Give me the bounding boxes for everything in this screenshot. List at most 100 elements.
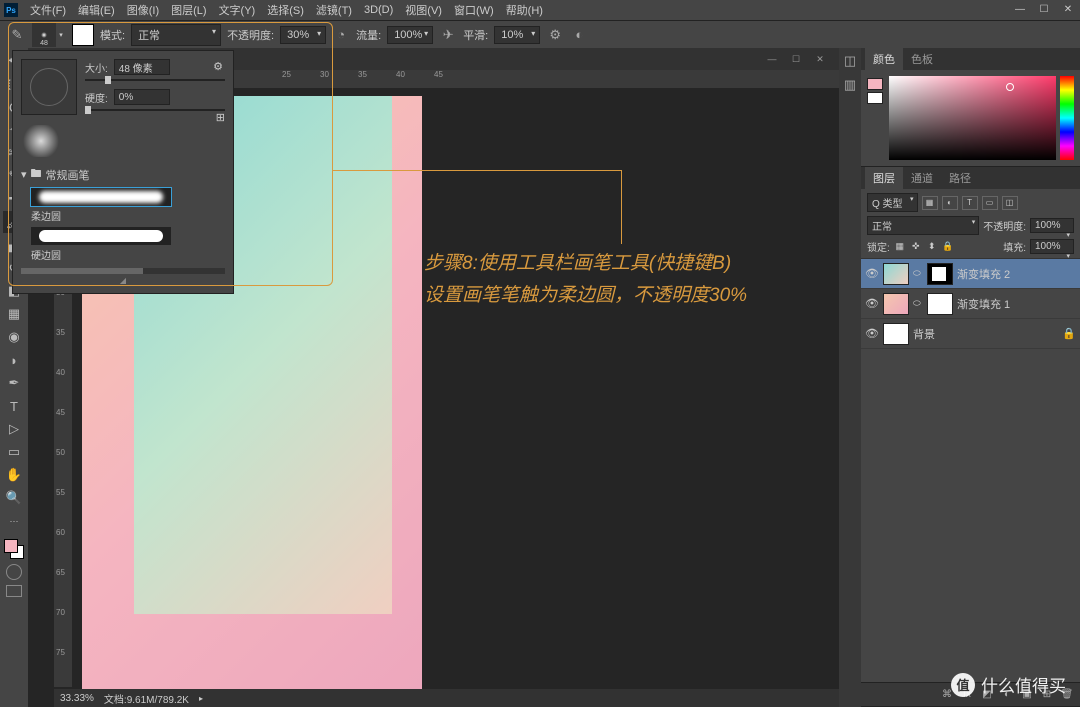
document-info[interactable]: 文档:9.61M/789.2K: [104, 691, 189, 706]
menu-select[interactable]: 选择(S): [261, 0, 310, 20]
layer-thumbnail[interactable]: [883, 293, 909, 315]
path-select-tool[interactable]: ▷: [3, 418, 25, 440]
tab-layers[interactable]: 图层: [865, 167, 903, 189]
hardness-input[interactable]: [114, 89, 170, 105]
smoothing-gear-icon[interactable]: ⚙: [546, 26, 564, 44]
brush-panel-toggle[interactable]: [72, 24, 94, 46]
layer-mask-thumbnail[interactable]: [927, 263, 953, 285]
flow-input[interactable]: 100%: [387, 26, 433, 44]
collapsed-panel-icon[interactable]: ▥: [841, 76, 859, 94]
screen-mode-toggle[interactable]: [6, 585, 22, 597]
lock-pixels-icon[interactable]: ▦: [894, 241, 906, 253]
bg-color-swatch[interactable]: [867, 92, 883, 104]
blend-mode-select[interactable]: 正常: [867, 216, 979, 235]
pen-tool[interactable]: ✒: [3, 372, 25, 394]
doc-minimize[interactable]: —: [763, 51, 781, 67]
size-slider[interactable]: [85, 79, 225, 81]
zoom-level[interactable]: 33.33%: [60, 693, 94, 704]
quick-mask-toggle[interactable]: [6, 564, 22, 580]
collapsed-panel-icon[interactable]: ◫: [841, 52, 859, 70]
folder-name: 常规画笔: [46, 167, 90, 183]
layer-name[interactable]: 渐变填充 2: [957, 266, 1010, 282]
menu-image[interactable]: 图像(I): [121, 0, 165, 20]
doc-maximize[interactable]: ☐: [787, 51, 805, 67]
visibility-toggle[interactable]: 👁: [865, 297, 879, 311]
pressure-opacity-icon[interactable]: ◔: [332, 26, 350, 44]
brush-list-scrollbar[interactable]: [21, 268, 225, 274]
size-input[interactable]: [114, 59, 170, 75]
doc-close[interactable]: ✕: [811, 51, 829, 67]
tab-color[interactable]: 颜色: [865, 48, 903, 70]
brush-folder[interactable]: ▾ 🖿 常规画笔: [21, 163, 225, 186]
layer-name[interactable]: 渐变填充 1: [957, 296, 1010, 312]
tab-swatches[interactable]: 色板: [903, 48, 941, 70]
dodge-tool[interactable]: ◗: [3, 349, 25, 371]
ruler-tick: 65: [56, 568, 65, 577]
pressure-size-icon[interactable]: ◐: [570, 26, 588, 44]
menu-help[interactable]: 帮助(H): [500, 0, 549, 20]
filter-smart-icon[interactable]: ◫: [1002, 196, 1018, 210]
filter-type-icon[interactable]: T: [962, 196, 978, 210]
menu-edit[interactable]: 编辑(E): [72, 0, 121, 20]
menu-view[interactable]: 视图(V): [399, 0, 448, 20]
layer-fill-input[interactable]: 100%: [1030, 239, 1074, 254]
layer-thumbnail[interactable]: [883, 323, 909, 345]
visibility-toggle[interactable]: 👁: [865, 267, 879, 281]
lock-all-icon[interactable]: 🔒: [942, 241, 954, 253]
annotation-line1: 步骤8:使用工具栏画笔工具(快捷键B): [424, 248, 747, 280]
edit-toolbar[interactable]: ⋯: [3, 510, 25, 532]
brush-item[interactable]: 硬边圆: [21, 225, 225, 264]
layer-row[interactable]: 👁 ⬭ 渐变填充 1: [861, 289, 1080, 319]
filter-shape-icon[interactable]: ▭: [982, 196, 998, 210]
brush-angle-preview[interactable]: [21, 59, 77, 115]
foreground-swatch[interactable]: [4, 539, 18, 553]
layer-thumbnail[interactable]: [883, 263, 909, 285]
hand-tool[interactable]: ✋: [3, 464, 25, 486]
brush-dropdown-toggle[interactable]: ▾: [56, 23, 66, 47]
hardness-slider[interactable]: [85, 109, 225, 111]
layer-mask-thumbnail[interactable]: [927, 293, 953, 315]
type-tool[interactable]: T: [3, 395, 25, 417]
filter-adjust-icon[interactable]: ◐: [942, 196, 958, 210]
brush-settings-gear-icon[interactable]: ⚙: [211, 59, 225, 73]
brush-item[interactable]: 柔边圆: [21, 186, 225, 225]
blur-tool[interactable]: ◉: [3, 326, 25, 348]
airbrush-icon[interactable]: ✈: [439, 26, 457, 44]
fg-color-swatch[interactable]: [867, 78, 883, 90]
lock-position-icon[interactable]: ✜: [910, 241, 922, 253]
blend-mode-select[interactable]: 正常: [131, 24, 221, 46]
layer-row[interactable]: 👁 背景 🔒: [861, 319, 1080, 349]
tab-channels[interactable]: 通道: [903, 167, 941, 189]
menu-type[interactable]: 文字(Y): [213, 0, 262, 20]
maximize-button[interactable]: ☐: [1032, 0, 1056, 18]
layer-row[interactable]: 👁 ⬭ 渐变填充 2: [861, 259, 1080, 289]
brush-preview[interactable]: 48: [32, 23, 56, 47]
opacity-input[interactable]: 30%: [280, 26, 326, 44]
hue-slider[interactable]: [1060, 76, 1074, 160]
menu-3d[interactable]: 3D(D): [358, 2, 399, 18]
layer-name[interactable]: 背景: [913, 326, 935, 342]
minimize-button[interactable]: —: [1008, 0, 1032, 18]
visibility-toggle[interactable]: 👁: [865, 327, 879, 341]
status-bar: 33.33% 文档:9.61M/789.2K ▸: [54, 689, 839, 707]
tab-paths[interactable]: 路径: [941, 167, 979, 189]
filter-pixel-icon[interactable]: ▦: [922, 196, 938, 210]
size-label: 大小:: [85, 60, 108, 75]
layer-opacity-input[interactable]: 100%: [1030, 218, 1074, 233]
zoom-tool[interactable]: 🔍: [3, 487, 25, 509]
layer-filter-select[interactable]: Q 类型: [867, 193, 918, 212]
menu-window[interactable]: 窗口(W): [448, 0, 500, 20]
menu-file[interactable]: 文件(F): [24, 0, 72, 20]
new-brush-icon[interactable]: ⊞: [216, 111, 225, 124]
menu-layer[interactable]: 图层(L): [165, 0, 212, 20]
smoothing-input[interactable]: 10%: [494, 26, 540, 44]
resize-handle-icon[interactable]: ◢: [21, 276, 225, 285]
lock-artboard-icon[interactable]: ⬍: [926, 241, 938, 253]
tool-preset-icon[interactable]: ✎: [8, 26, 26, 44]
color-swatch[interactable]: [4, 539, 24, 559]
shape-tool[interactable]: ▭: [3, 441, 25, 463]
color-picker-field[interactable]: [889, 76, 1056, 160]
close-button[interactable]: ✕: [1056, 0, 1080, 18]
gradient-tool[interactable]: ▦: [3, 303, 25, 325]
menu-filter[interactable]: 滤镜(T): [310, 0, 358, 20]
